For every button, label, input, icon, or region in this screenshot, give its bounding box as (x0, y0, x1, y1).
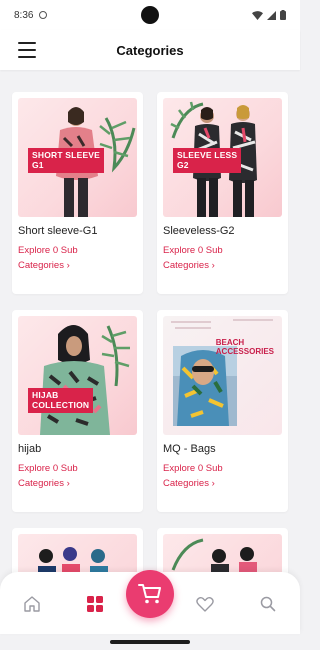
image-label: SHORT SLEEVE G1 (28, 148, 105, 173)
category-card-hijab[interactable]: HIJAB COLLECTION hijab Explore 0 Sub Cat… (12, 310, 143, 512)
category-card-short-sleeve[interactable]: SHORT SLEEVE G1 Short sleeve-G1 Explore … (12, 92, 143, 294)
category-card-bags[interactable]: BEACH ACCESSORIES MQ - Bags Explore 0 Su… (157, 310, 288, 512)
sync-icon (39, 11, 48, 19)
battery-icon (280, 10, 286, 20)
menu-icon[interactable] (18, 42, 36, 58)
category-name: hijab (18, 443, 42, 455)
app-bar: Categories (0, 30, 300, 70)
page-title: Categories (116, 42, 184, 58)
category-image: SHORT SLEEVE G1 (18, 98, 137, 217)
model-illustration (40, 325, 130, 435)
category-name: MQ - Bags (163, 443, 216, 455)
category-image: SLEEVE LESS G2 (163, 98, 282, 217)
category-grid: SHORT SLEEVE G1 Short sleeve-G1 Explore … (12, 92, 288, 600)
cart-button[interactable] (126, 570, 174, 618)
category-name: Sleeveless-G2 (163, 225, 235, 237)
category-card-sleeveless[interactable]: SLEEVE LESS G2 Sleeveless-G2 Explore 0 S… (157, 92, 288, 294)
camera-cutout (141, 6, 159, 24)
image-label: BEACH ACCESSORIES (215, 338, 274, 356)
model-illustration (171, 319, 273, 426)
category-image: HIJAB COLLECTION (18, 316, 137, 435)
image-label: SLEEVE LESS G2 (173, 148, 242, 173)
nav-categories[interactable] (85, 594, 105, 614)
status-left: 8:36 (14, 9, 48, 21)
grid-icon (87, 596, 103, 612)
home-indicator (110, 640, 190, 644)
status-right (252, 10, 286, 20)
nav-wishlist[interactable] (195, 594, 215, 614)
explore-subcategories-link[interactable]: Explore 0 Sub Categories › (18, 461, 137, 491)
image-label: HIJAB COLLECTION (28, 388, 94, 413)
search-icon (260, 596, 276, 612)
explore-subcategories-link[interactable]: Explore 0 Sub Categories › (163, 461, 282, 491)
status-time: 8:36 (14, 9, 34, 21)
explore-subcategories-link[interactable]: Explore 0 Sub Categories › (18, 243, 137, 273)
explore-subcategories-link[interactable]: Explore 0 Sub Categories › (163, 243, 282, 273)
wifi-icon (252, 10, 263, 20)
cart-icon (138, 584, 161, 604)
nav-home[interactable] (22, 594, 42, 614)
category-image: BEACH ACCESSORIES (163, 316, 282, 435)
signal-icon (267, 10, 276, 20)
home-icon (24, 596, 40, 612)
heart-icon (196, 597, 214, 612)
nav-search[interactable] (258, 594, 278, 614)
category-name: Short sleeve-G1 (18, 225, 98, 237)
bottom-navigation (0, 570, 300, 634)
